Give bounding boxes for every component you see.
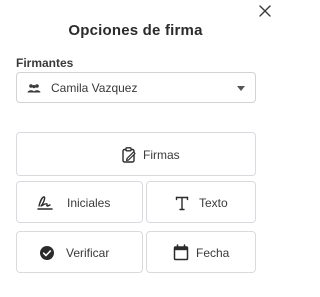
initials-signature-icon <box>37 196 53 210</box>
close-button[interactable] <box>257 3 273 19</box>
check-circle-icon <box>40 246 54 260</box>
initials-button-label: Iniciales <box>67 196 111 210</box>
text-icon <box>175 196 189 211</box>
text-button-label: Texto <box>199 196 228 210</box>
signer-select[interactable]: Camila Vazquez <box>16 72 256 103</box>
chevron-down-icon <box>237 86 245 91</box>
verify-button-label: Verificar <box>66 246 110 260</box>
signers-label: Firmantes <box>16 56 74 70</box>
initials-button[interactable]: Iniciales <box>16 181 143 223</box>
close-icon <box>259 5 271 17</box>
dialog-title: Opciones de firma <box>68 22 203 39</box>
text-button[interactable]: Texto <box>146 181 256 223</box>
date-button-label: Fecha <box>196 246 230 260</box>
calendar-icon <box>173 244 189 261</box>
date-button[interactable]: Fecha <box>146 231 256 273</box>
signature-clipboard-icon <box>122 147 136 163</box>
signatures-button[interactable]: Firmas <box>16 132 256 176</box>
signatures-button-label: Firmas <box>143 148 180 162</box>
people-icon <box>27 84 41 93</box>
signature-options-dialog: Opciones de firma Firmantes Camila Vazqu… <box>0 0 281 297</box>
signer-select-value: Camila Vazquez <box>51 81 138 95</box>
verify-button[interactable]: Verificar <box>16 231 143 273</box>
